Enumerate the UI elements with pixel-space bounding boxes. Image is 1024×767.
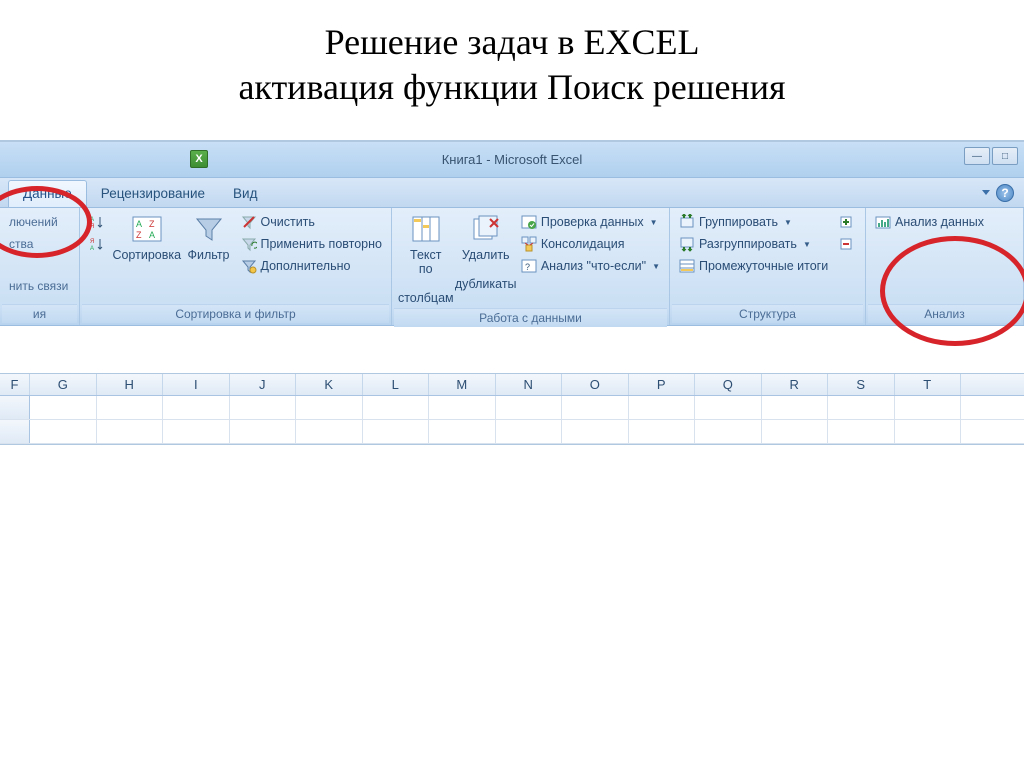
connections-button[interactable]: лючений xyxy=(6,211,71,233)
formula-bar-area xyxy=(0,326,1024,374)
col-header[interactable]: I xyxy=(163,374,230,395)
text-to-columns-icon xyxy=(410,213,442,245)
ribbon-tabs: Данные Рецензирование Вид ? xyxy=(0,178,1024,208)
col-header[interactable]: G xyxy=(30,374,97,395)
grid[interactable] xyxy=(0,396,1024,444)
subtotal-button[interactable]: Промежуточные итоги xyxy=(676,255,831,277)
col-header[interactable]: P xyxy=(629,374,696,395)
grid-row[interactable] xyxy=(0,396,1024,420)
svg-text:A: A xyxy=(90,246,94,252)
remove-duplicates-button[interactable]: Удалитьдубликаты xyxy=(456,211,516,293)
col-header[interactable]: N xyxy=(496,374,563,395)
svg-text:Z: Z xyxy=(149,219,155,229)
what-if-button[interactable]: ? Анализ "что-если"▼ xyxy=(518,255,663,277)
sort-asc-button[interactable]: AЯ xyxy=(86,211,108,233)
reapply-filter-button[interactable]: Применить повторно xyxy=(238,233,386,255)
filter-icon xyxy=(193,213,225,245)
sort-desc-button[interactable]: ЯA xyxy=(86,233,108,255)
help-icon[interactable]: ? xyxy=(996,184,1014,202)
clear-filter-button[interactable]: Очистить xyxy=(238,211,386,233)
sort-button[interactable]: AZZA Сортировка xyxy=(114,211,180,264)
edit-links-button[interactable]: нить связи xyxy=(6,275,71,297)
consolidate-button[interactable]: Консолидация xyxy=(518,233,663,255)
data-analysis-button[interactable]: Анализ данных xyxy=(872,211,987,233)
ungroup-button[interactable]: Разгруппировать▼ xyxy=(676,233,831,255)
col-header[interactable]: K xyxy=(296,374,363,395)
sort-icon: AZZA xyxy=(131,213,163,245)
slide-title: Решение задач в EXCEL активация функции … xyxy=(0,0,1024,140)
group-outline: Группировать▼ Разгруппировать▼ Промежуто… xyxy=(670,208,866,325)
tab-view[interactable]: Вид xyxy=(219,181,271,207)
group-connections: лючений ства нить связи ия xyxy=(0,208,80,325)
ribbon: лючений ства нить связи ия AЯ xyxy=(0,208,1024,326)
hide-detail-button[interactable] xyxy=(837,233,855,255)
col-header[interactable]: T xyxy=(895,374,962,395)
group-analysis: Анализ данных Анализ xyxy=(866,208,1024,325)
document-title: Книга1 - Microsoft Excel xyxy=(442,152,583,167)
svg-text:Я: Я xyxy=(90,224,94,230)
ungroup-icon xyxy=(679,236,695,252)
title-bar: X Книга1 - Microsoft Excel — □ xyxy=(0,142,1024,178)
svg-text:Z: Z xyxy=(136,230,142,240)
group-analysis-label: Анализ xyxy=(868,304,1021,323)
what-if-icon: ? xyxy=(521,258,537,274)
col-header[interactable]: F xyxy=(0,374,30,395)
minimize-button[interactable]: — xyxy=(964,147,990,165)
ribbon-options-icon[interactable] xyxy=(982,190,990,195)
data-validation-button[interactable]: Проверка данных▼ xyxy=(518,211,663,233)
consolidate-icon xyxy=(521,236,537,252)
svg-text:?: ? xyxy=(525,262,530,272)
group-outline-label: Структура xyxy=(672,304,863,323)
svg-text:Я: Я xyxy=(90,239,94,245)
group-sort-label: Сортировка и фильтр xyxy=(82,304,389,323)
group-icon xyxy=(679,214,695,230)
grid-row[interactable] xyxy=(0,420,1024,444)
properties-button[interactable]: ства xyxy=(6,233,71,255)
filter-button[interactable]: Фильтр xyxy=(182,211,236,264)
col-header[interactable]: S xyxy=(828,374,895,395)
remove-duplicates-icon xyxy=(470,213,502,245)
excel-screenshot: X Книга1 - Microsoft Excel — □ Данные Ре… xyxy=(0,140,1024,445)
sort-asc-icon: AЯ xyxy=(89,214,105,230)
col-header[interactable]: H xyxy=(97,374,164,395)
clear-filter-icon xyxy=(241,214,257,230)
show-detail-icon xyxy=(838,214,854,230)
group-datatools-label: Работа с данными xyxy=(394,308,667,327)
tab-review[interactable]: Рецензирование xyxy=(87,181,219,207)
col-header[interactable]: R xyxy=(762,374,829,395)
column-headers: F G H I J K L M N O P Q R S T xyxy=(0,374,1024,396)
advanced-filter-icon xyxy=(241,258,257,274)
data-validation-icon xyxy=(521,214,537,230)
svg-text:A: A xyxy=(149,230,155,240)
excel-app-icon: X xyxy=(190,150,208,168)
sort-desc-icon: ЯA xyxy=(89,236,105,252)
svg-text:A: A xyxy=(90,217,94,223)
advanced-filter-button[interactable]: Дополнительно xyxy=(238,255,386,277)
group-data-tools: Текст постолбцам Удалитьдубликаты Провер… xyxy=(392,208,670,325)
svg-text:A: A xyxy=(136,219,142,229)
col-header[interactable]: M xyxy=(429,374,496,395)
hide-detail-icon xyxy=(838,236,854,252)
col-header[interactable]: L xyxy=(363,374,430,395)
col-header[interactable]: O xyxy=(562,374,629,395)
group-connections-label: ия xyxy=(2,304,77,323)
show-detail-button[interactable] xyxy=(837,211,855,233)
group-rows-button[interactable]: Группировать▼ xyxy=(676,211,831,233)
maximize-button[interactable]: □ xyxy=(992,147,1018,165)
text-to-columns-button[interactable]: Текст постолбцам xyxy=(398,211,454,308)
group-sort-filter: AЯ ЯA AZZA Сортировка xyxy=(80,208,392,325)
tab-data[interactable]: Данные xyxy=(8,180,87,207)
data-analysis-icon xyxy=(875,214,891,230)
subtotal-icon xyxy=(679,258,695,274)
col-header[interactable]: J xyxy=(230,374,297,395)
col-header[interactable]: Q xyxy=(695,374,762,395)
reapply-icon xyxy=(241,236,257,252)
